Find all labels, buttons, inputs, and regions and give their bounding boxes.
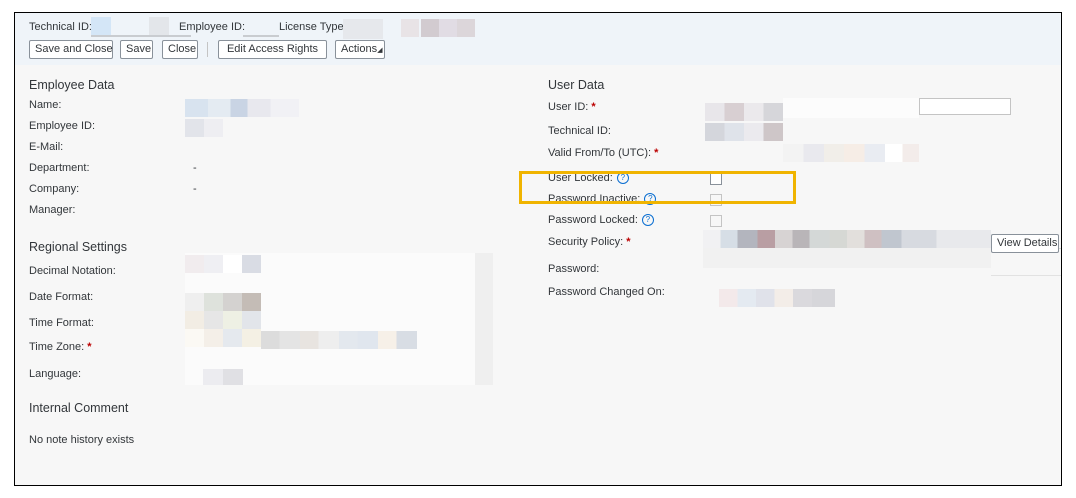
required-marker: * (626, 236, 631, 248)
language-label: Language: (29, 368, 81, 380)
department-label: Department: (29, 162, 90, 174)
note-history-text: No note history exists (29, 434, 135, 446)
employee-id-label: Employee ID: (29, 120, 96, 132)
redacted-value (439, 19, 457, 37)
company-label: Company: (29, 183, 80, 195)
redacted-value (343, 19, 383, 39)
redacted-area (475, 253, 493, 385)
header-employee-id-label: Employee ID: (179, 21, 246, 33)
time-zone-label: Time Zone: * (29, 341, 92, 353)
page-header: Technical ID: Employee ID: License Type:… (15, 13, 1061, 65)
user-detail-frame: Technical ID: Employee ID: License Type:… (14, 12, 1062, 486)
actions-button-label: Actions (341, 43, 378, 55)
redacted-value (705, 103, 783, 121)
email-label: E-Mail: (29, 141, 64, 153)
actions-button[interactable]: Actions◢ (335, 40, 385, 59)
redacted-value (185, 311, 261, 329)
company-value: - (193, 183, 197, 195)
required-marker: * (591, 101, 596, 113)
internal-comment-title: Internal Comment (29, 401, 129, 415)
close-button[interactable]: Close (162, 40, 198, 59)
user-locked-highlight-box (519, 171, 796, 204)
decimal-notation-label: Decimal Notation: (29, 265, 116, 277)
password-locked-label-text: Password Locked: (548, 214, 638, 226)
user-data-title: User Data (548, 78, 605, 92)
password-label: Password: (548, 263, 600, 275)
department-value: - (193, 162, 197, 174)
header-technical-id-label: Technical ID: (29, 21, 92, 33)
redacted-value (185, 99, 299, 117)
password-locked-label: Password Locked:? (548, 214, 654, 227)
manager-label: Manager: (29, 204, 76, 216)
name-label: Name: (29, 99, 62, 111)
redacted-value (705, 123, 783, 141)
redacted-value (719, 289, 835, 307)
user-id-label-text: User ID: (548, 101, 589, 113)
redacted-value (203, 369, 243, 385)
valid-from-to-label-text: Valid From/To (UTC): (548, 147, 652, 159)
password-locked-checkbox[interactable] (710, 215, 722, 227)
redacted-value (783, 144, 919, 162)
redacted-value (703, 248, 991, 268)
view-details-button[interactable]: View Details (991, 234, 1059, 253)
toolbar-separator (207, 42, 208, 57)
security-policy-label-text: Security Policy: (548, 236, 624, 248)
password-changed-on-label: Password Changed On: (548, 286, 665, 298)
redacted-value (185, 293, 261, 311)
redacted-value (185, 255, 261, 273)
employee-data-title: Employee Data (29, 78, 115, 92)
time-zone-label-text: Time Zone: (29, 341, 85, 353)
redacted-value (91, 17, 111, 35)
required-marker: * (654, 147, 659, 159)
user-id-input[interactable] (919, 98, 1011, 115)
save-and-close-button[interactable]: Save and Close (29, 40, 113, 59)
time-format-label: Time Format: (29, 317, 94, 329)
redacted-value (457, 19, 475, 37)
redacted-value (185, 329, 261, 347)
expand-corner-icon: ◢ (377, 47, 383, 54)
redacted-value (149, 17, 169, 37)
security-policy-label: Security Policy: * (548, 236, 630, 248)
user-id-label: User ID: * (548, 101, 596, 113)
redacted-value (243, 35, 279, 37)
help-icon[interactable]: ? (641, 214, 654, 227)
edit-access-rights-button[interactable]: Edit Access Rights (218, 40, 327, 59)
divider (991, 275, 1061, 276)
regional-settings-title: Regional Settings (29, 240, 127, 254)
date-format-label: Date Format: (29, 291, 94, 303)
redacted-value (703, 230, 991, 248)
header-license-type-label: License Type: (279, 21, 347, 33)
valid-from-to-label: Valid From/To (UTC): * (548, 147, 658, 159)
redacted-value (91, 35, 191, 37)
redacted-value (261, 331, 417, 349)
redacted-value (783, 98, 919, 118)
required-marker: * (87, 341, 92, 353)
redacted-value (401, 19, 419, 37)
redacted-value (421, 19, 439, 37)
redacted-value (185, 119, 223, 137)
save-button[interactable]: Save (120, 40, 153, 59)
technical-id-label: Technical ID: (548, 125, 611, 137)
